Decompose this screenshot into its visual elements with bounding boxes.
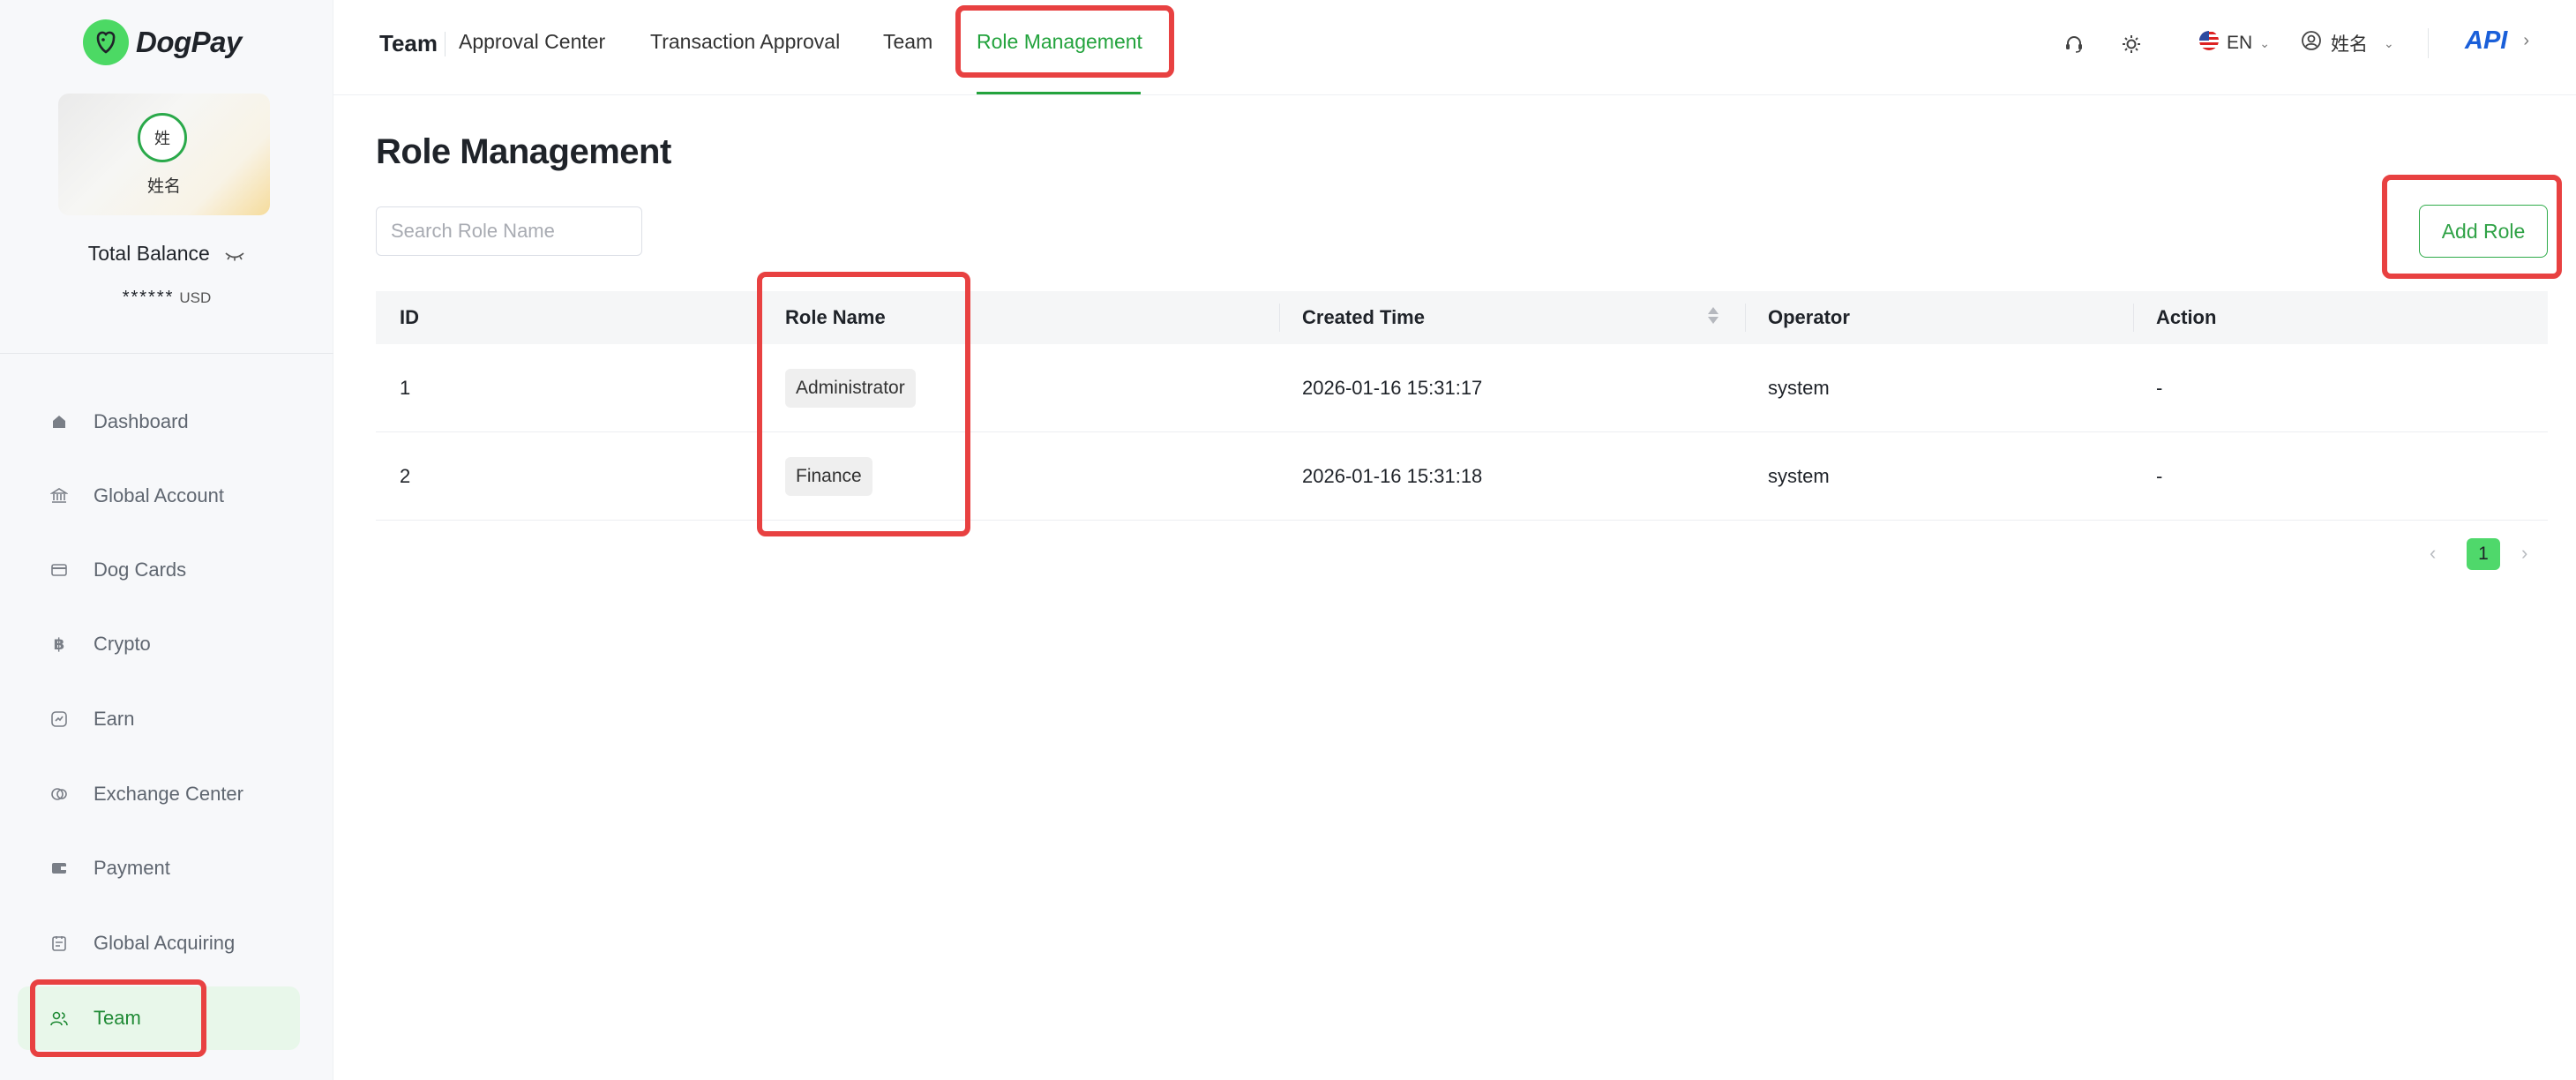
sidebar-item-earn[interactable]: Earn — [18, 687, 300, 751]
sidebar-item-dashboard[interactable]: Dashboard — [18, 390, 300, 454]
exchange-icon — [49, 784, 69, 804]
chevron-right-icon: › — [2523, 31, 2530, 50]
search-role-input[interactable] — [376, 206, 642, 256]
sort-icon[interactable] — [1708, 307, 1719, 324]
cell-operator: system — [1768, 464, 1830, 487]
earn-icon — [49, 709, 69, 729]
cell-role-name: Finance — [785, 456, 872, 496]
tab-approval-center[interactable]: Approval Center — [459, 30, 605, 54]
cell-action: - — [2156, 464, 2163, 487]
sidebar-item-global-acquiring[interactable]: Global Acquiring — [18, 911, 300, 975]
sidebar-item-team[interactable]: Team — [18, 986, 300, 1050]
sun-theme-icon[interactable] — [2115, 28, 2147, 60]
column-header-operator: Operator — [1768, 306, 1850, 328]
tab-team[interactable]: Team — [883, 30, 932, 54]
profile-name: 姓名 — [146, 177, 181, 196]
column-header-id: ID — [400, 306, 419, 328]
card-icon — [49, 560, 69, 580]
brand-name: DogPay — [136, 26, 242, 58]
cell-role-name: Administrator — [785, 368, 916, 408]
api-label: API — [2465, 26, 2508, 55]
dog-logo-icon — [83, 19, 129, 65]
tab-transaction-approval[interactable]: Transaction Approval — [650, 30, 840, 54]
headset-support-icon[interactable] — [2058, 28, 2090, 60]
sidebar-item-payment[interactable]: Payment — [18, 836, 300, 900]
acquiring-icon — [49, 934, 69, 953]
role-tag: Administrator — [785, 368, 916, 408]
language-selector[interactable]: EN ⌄ — [2198, 30, 2270, 56]
chevron-down-icon: ⌄ — [2259, 35, 2270, 50]
pagination-next-icon[interactable]: › — [2521, 542, 2527, 565]
cell-action: - — [2156, 376, 2163, 399]
header-separator — [445, 32, 446, 56]
bitcoin-icon: ฿ — [53, 634, 65, 653]
cell-id: 1 — [400, 376, 411, 399]
sidebar-item-crypto[interactable]: ฿ Crypto — [18, 612, 300, 676]
table-header: ID Role Name Created Time Operator Actio… — [376, 291, 2548, 344]
user-menu[interactable]: 姓名 ⌄ — [2301, 30, 2394, 56]
chevron-down-icon: ⌄ — [2384, 35, 2394, 50]
sidebar: DogPay 姓 姓名 Total Balance ****** USD Dash… — [0, 0, 333, 1080]
page-title: Role Management — [376, 132, 671, 171]
cell-created-time: 2026-01-16 15:31:17 — [1302, 376, 1483, 399]
language-label: EN — [2227, 33, 2253, 53]
column-divider — [1279, 304, 1280, 332]
cell-operator: system — [1768, 376, 1830, 399]
bank-icon — [49, 486, 69, 506]
column-header-role-name: Role Name — [785, 306, 886, 328]
roles-table: ID Role Name Created Time Operator Actio… — [376, 291, 2548, 521]
eye-closed-icon[interactable] — [224, 243, 245, 266]
user-circle-icon — [2301, 30, 2322, 56]
column-divider — [2133, 304, 2134, 332]
brand-logo[interactable]: DogPay — [83, 19, 242, 65]
sidebar-item-exchange-center[interactable]: Exchange Center — [18, 762, 300, 826]
profile-card[interactable]: 姓 姓名 — [58, 94, 270, 215]
total-balance-value: ****** USD — [122, 288, 212, 307]
role-tag: Finance — [785, 456, 872, 496]
pagination-prev-icon[interactable]: ‹ — [2430, 542, 2436, 565]
sidebar-divider — [0, 353, 333, 354]
table-row: 2 Finance 2026-01-16 15:31:18 system - — [376, 432, 2548, 521]
tab-role-management[interactable]: Role Management — [977, 30, 1142, 54]
column-header-action: Action — [2156, 306, 2217, 328]
header-root-title: Team — [379, 30, 438, 56]
api-link[interactable]: API › — [2465, 26, 2529, 56]
sidebar-item-global-account[interactable]: Global Account — [18, 464, 300, 528]
pagination-page-1[interactable]: 1 — [2467, 538, 2500, 570]
top-header: Team Approval Center Transaction Approva… — [333, 0, 2576, 95]
wallet-icon — [49, 859, 69, 878]
us-flag-icon — [2198, 30, 2220, 56]
sidebar-item-dog-cards[interactable]: Dog Cards — [18, 538, 300, 602]
cell-created-time: 2026-01-16 15:31:18 — [1302, 464, 1483, 487]
total-balance-label: Total Balance — [0, 242, 333, 266]
home-icon — [49, 412, 69, 431]
balance-currency: USD — [179, 289, 212, 306]
avatar: 姓 — [138, 113, 187, 162]
table-row: 1 Administrator 2026-01-16 15:31:17 syst… — [376, 344, 2548, 432]
active-tab-indicator — [977, 92, 1141, 94]
column-divider — [1745, 304, 1746, 332]
cell-id: 2 — [400, 464, 411, 487]
add-role-button[interactable]: Add Role — [2419, 205, 2548, 258]
team-icon — [49, 1009, 69, 1028]
column-header-created-time[interactable]: Created Time — [1302, 306, 1425, 329]
user-name: 姓名 — [2331, 34, 2368, 55]
header-divider — [2428, 28, 2429, 58]
